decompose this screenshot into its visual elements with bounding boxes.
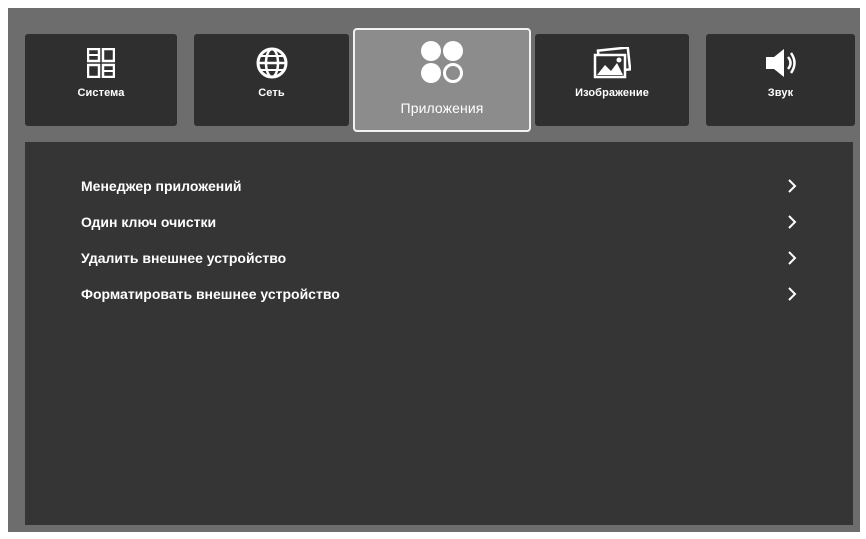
tab-label: Система [77, 87, 125, 99]
globe-icon [256, 46, 288, 80]
chevron-right-icon [788, 287, 797, 301]
tab-label: Звук [767, 87, 794, 99]
tab-label: Приложения [400, 100, 484, 116]
menu-item-app-manager[interactable]: Менеджер приложений [25, 168, 853, 204]
tab-network[interactable]: Сеть [194, 34, 349, 126]
menu-item-label: Форматировать внешнее устройство [81, 286, 340, 302]
menu-item-label: Удалить внешнее устройство [81, 250, 287, 266]
tab-label: Изображение [575, 87, 649, 99]
menu-item-one-key-cleanup[interactable]: Один ключ очистки [25, 204, 853, 240]
grid-icon [87, 46, 115, 80]
chevron-right-icon [788, 251, 797, 265]
tab-sound[interactable]: Звук [706, 34, 855, 126]
speaker-icon [764, 46, 798, 80]
settings-screen: Система Сеть Приложения Изображение Звук… [8, 8, 860, 532]
menu-item-label: Менеджер приложений [81, 178, 242, 194]
tab-label: Сеть [258, 87, 285, 99]
picture-icon [593, 46, 631, 80]
menu-item-label: Один ключ очистки [81, 214, 217, 230]
apps-icon [420, 40, 464, 84]
tab-picture[interactable]: Изображение [535, 34, 689, 126]
tab-applications[interactable]: Приложения [353, 28, 531, 132]
tab-bar: Система Сеть Приложения Изображение Звук [25, 28, 855, 132]
menu-item-format-external-device[interactable]: Форматировать внешнее устройство [25, 276, 853, 312]
chevron-right-icon [788, 179, 797, 193]
menu-item-remove-external-device[interactable]: Удалить внешнее устройство [25, 240, 853, 276]
applications-menu-panel: Менеджер приложений Один ключ очистки Уд… [25, 142, 853, 525]
chevron-right-icon [788, 215, 797, 229]
tab-system[interactable]: Система [25, 34, 177, 126]
